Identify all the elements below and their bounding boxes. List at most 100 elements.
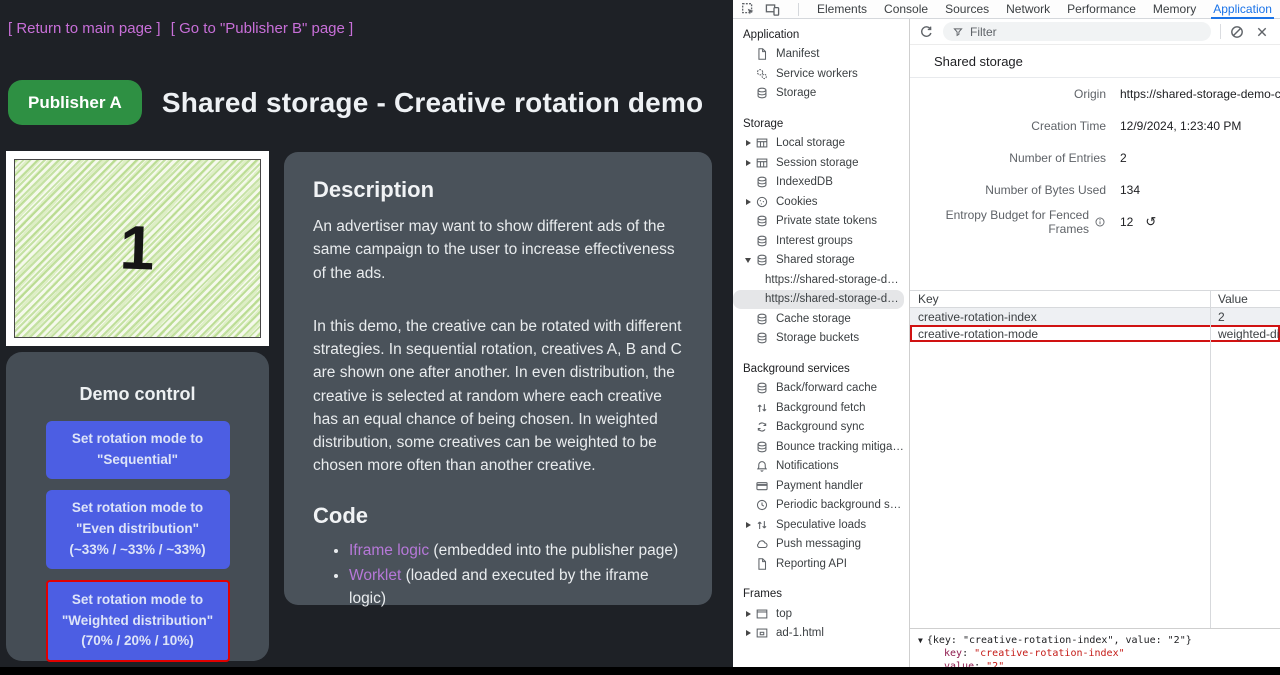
sidebar-item-bounce-tracking[interactable]: Bounce tracking mitiga… [733, 437, 909, 457]
tab-memory[interactable]: Memory [1151, 0, 1198, 19]
clear-icon[interactable] [1229, 24, 1245, 40]
sidebar-item-indexeddb[interactable]: IndexedDB [733, 173, 909, 193]
chevron-right-icon[interactable] [746, 611, 751, 617]
sidebar-item-label: Shared storage [776, 254, 855, 266]
sidebar-item-service-workers[interactable]: Service workers [733, 64, 909, 84]
sidebar-item-session-storage[interactable]: Session storage [733, 153, 909, 173]
preview-entry: key"creative-rotation-index" [918, 647, 1280, 660]
meta-label: Origin [910, 87, 1106, 101]
tab-performance[interactable]: Performance [1065, 0, 1138, 19]
creative-number: 1 [119, 212, 156, 284]
meta-row-bytes-used: Number of Bytes Used 134 [910, 174, 1280, 206]
sidebar-item-frame-ad1[interactable]: ad-1.html [733, 624, 909, 644]
tab-sources[interactable]: Sources [943, 0, 991, 19]
creative-ad: 1 [14, 159, 261, 338]
funnel-icon [952, 26, 964, 38]
table-row-highlighted[interactable]: creative-rotation-mode weighted-distr [910, 325, 1280, 342]
description-card: Description An advertiser may want to sh… [284, 152, 712, 605]
sidebar-item-manifest[interactable]: Manifest [733, 45, 909, 65]
inspect-element-icon[interactable] [741, 2, 756, 17]
sidebar-item-storage[interactable]: Storage [733, 84, 909, 104]
toolbar-divider [1220, 24, 1221, 39]
close-icon[interactable] [1254, 24, 1270, 40]
cookie-icon [755, 195, 769, 209]
meta-value: https://shared-storage-demo-co [1120, 87, 1280, 101]
column-header-value[interactable]: Value [1210, 292, 1280, 306]
sidebar-item-push-messaging[interactable]: Push messaging [733, 535, 909, 555]
sidebar-item-shared-storage-origin-1[interactable]: https://shared-storage-d… [733, 270, 909, 290]
sidebar-item-cache-storage[interactable]: Cache storage [733, 309, 909, 329]
key-value-table: Key Value creative-rotation-index 2 crea… [910, 290, 1280, 342]
table-row[interactable]: creative-rotation-index 2 [910, 308, 1280, 325]
set-even-distribution-button[interactable]: Set rotation mode to "Even distribution"… [46, 490, 230, 569]
reset-budget-icon[interactable]: ↺ [1145, 214, 1156, 230]
device-toolbar-icon[interactable] [765, 2, 780, 17]
meta-row-origin: Origin https://shared-storage-demo-co [910, 78, 1280, 110]
sidebar-item-periodic-background-sync[interactable]: Periodic background s… [733, 496, 909, 516]
tab-application[interactable]: Application [1211, 0, 1274, 19]
sidebar-item-label: Local storage [776, 137, 845, 149]
sidebar-item-notifications[interactable]: Notifications [733, 457, 909, 477]
filter-field[interactable] [943, 22, 1211, 41]
bell-icon [755, 459, 769, 473]
sidebar-item-interest-groups[interactable]: Interest groups [733, 231, 909, 251]
code-heading: Code [313, 503, 683, 529]
sidebar-item-label: Back/forward cache [776, 382, 877, 394]
filter-input[interactable] [970, 25, 1202, 39]
list-item: Iframe logic (embedded into the publishe… [349, 539, 683, 562]
chevron-right-icon[interactable] [746, 140, 751, 146]
info-icon[interactable] [1094, 216, 1106, 228]
sidebar-item-label: https://shared-storage-d… [765, 274, 899, 286]
sidebar-item-label: Reporting API [776, 558, 847, 570]
page-header: Publisher A Shared storage - Creative ro… [8, 80, 703, 125]
return-to-main-link[interactable]: [ Return to main page ] [8, 20, 161, 37]
refresh-icon[interactable] [918, 24, 934, 40]
tab-network[interactable]: Network [1004, 0, 1052, 19]
cell-value: 2 [1210, 310, 1280, 324]
database-icon [755, 86, 769, 100]
sidebar-item-frame-top[interactable]: top [733, 604, 909, 624]
sidebar-item-storage-buckets[interactable]: Storage buckets [733, 329, 909, 349]
expander-triangle-icon[interactable]: ▼ [918, 634, 923, 647]
column-divider[interactable] [1210, 290, 1211, 628]
sidebar-item-reporting-api[interactable]: Reporting API [733, 554, 909, 574]
worklet-link[interactable]: Worklet [349, 567, 401, 584]
section-header-background-services: Background services [733, 359, 909, 379]
sidebar-item-shared-storage[interactable]: Shared storage [733, 251, 909, 271]
sidebar-item-label: Background sync [776, 421, 864, 433]
sidebar-item-speculative-loads[interactable]: Speculative loads [733, 515, 909, 535]
preview-entry: value"2" [918, 660, 1280, 667]
chevron-down-icon[interactable] [745, 258, 751, 263]
sidebar-item-label: Storage [776, 87, 816, 99]
tab-elements[interactable]: Elements [815, 0, 869, 19]
preview-key-name: key [944, 648, 974, 659]
sidebar-item-shared-storage-origin-2[interactable]: https://shared-storage-d… [733, 290, 904, 310]
metadata-view: Origin https://shared-storage-demo-co Cr… [910, 78, 1280, 238]
chevron-right-icon[interactable] [746, 630, 751, 636]
sidebar-item-background-fetch[interactable]: Background fetch [733, 398, 909, 418]
payment-card-icon [755, 479, 769, 493]
set-weighted-distribution-button[interactable]: Set rotation mode to "Weighted distribut… [46, 580, 230, 663]
chevron-right-icon[interactable] [746, 522, 751, 528]
chevron-right-icon[interactable] [746, 160, 751, 166]
set-sequential-button[interactable]: Set rotation mode to "Sequential" [46, 421, 230, 479]
sidebar-item-private-state-tokens[interactable]: Private state tokens [733, 212, 909, 232]
sidebar-item-local-storage[interactable]: Local storage [733, 134, 909, 154]
main-toolbar [910, 19, 1280, 45]
chevron-right-icon[interactable] [746, 199, 751, 205]
sidebar-item-payment-handler[interactable]: Payment handler [733, 476, 909, 496]
sidebar-item-background-sync[interactable]: Background sync [733, 418, 909, 438]
sidebar-item-back-forward-cache[interactable]: Back/forward cache [733, 379, 909, 399]
publisher-b-link[interactable]: [ Go to "Publisher B" page ] [171, 20, 353, 37]
column-header-key[interactable]: Key [910, 292, 1210, 306]
frame-icon [755, 607, 769, 621]
tab-console[interactable]: Console [882, 0, 930, 19]
document-icon [755, 557, 769, 571]
meta-value: 12↺ [1120, 214, 1156, 230]
sidebar-item-cookies[interactable]: Cookies [733, 192, 909, 212]
database-icon [755, 331, 769, 345]
iframe-logic-link[interactable]: Iframe logic [349, 542, 429, 559]
sidebar-item-label: Payment handler [776, 480, 863, 492]
sync-icon [755, 420, 769, 434]
clock-icon [755, 498, 769, 512]
